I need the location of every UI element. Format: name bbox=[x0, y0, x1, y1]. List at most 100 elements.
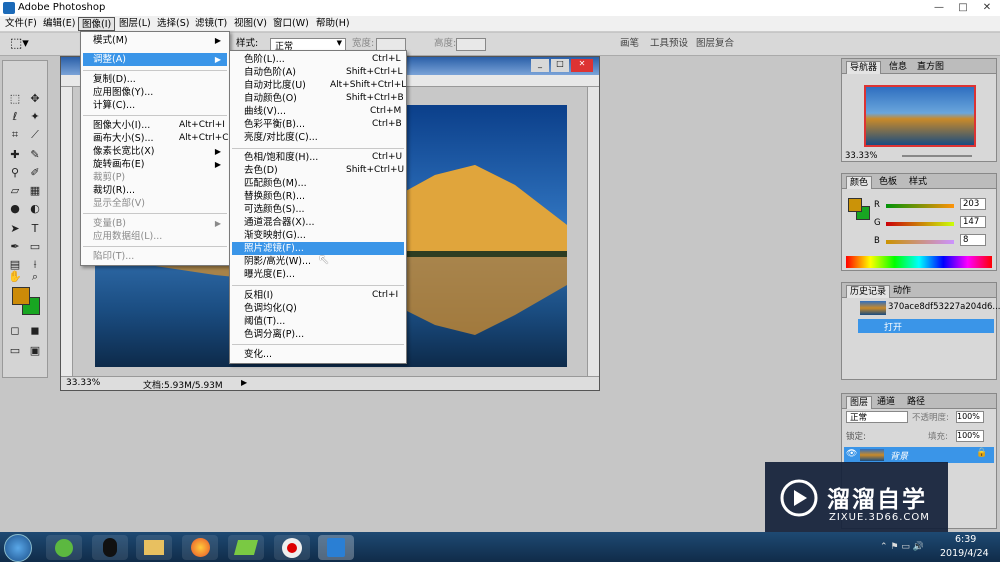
dock-tool-presets-tab[interactable]: 工具预设 bbox=[650, 36, 688, 52]
adjust-auto-contrast[interactable]: 自动对比度(U) Alt+Shift+Ctrl+L bbox=[232, 79, 406, 92]
pen-tool-icon[interactable]: ✒ bbox=[6, 239, 24, 255]
navigator-thumbnail[interactable] bbox=[864, 85, 976, 147]
tab-channels[interactable]: 通道 bbox=[874, 396, 898, 409]
opacity-field[interactable]: 100% bbox=[956, 411, 984, 423]
tab-styles[interactable]: 样式 bbox=[906, 176, 930, 189]
adjust-brightness-contrast[interactable]: 亮度/对比度(C)... bbox=[232, 131, 404, 144]
dock-brushes-tab[interactable]: 画笔 bbox=[620, 36, 639, 52]
tray-icons[interactable]: ⌃ ⚑ ▭ 🔊 bbox=[880, 542, 924, 552]
image-menu-duplicate[interactable]: 复制(D)... bbox=[83, 73, 227, 86]
eye-icon[interactable]: 👁 bbox=[846, 449, 857, 459]
minimize-button[interactable]: — bbox=[928, 1, 950, 14]
vertical-scrollbar[interactable] bbox=[587, 87, 599, 376]
type-tool-icon[interactable]: T bbox=[26, 221, 44, 237]
hand-tool-icon[interactable]: ✋ bbox=[6, 269, 24, 285]
adjust-curves[interactable]: 曲线(V)... Ctrl+M bbox=[232, 105, 404, 118]
adjust-variations[interactable]: 变化... bbox=[232, 348, 404, 361]
image-menu-canvas-size[interactable]: 画布大小(S)... Alt+Ctrl+C bbox=[83, 132, 229, 145]
image-menu-calculations[interactable]: 计算(C)... bbox=[83, 99, 227, 112]
jump-to-imageready-icon[interactable]: ▣ bbox=[26, 343, 44, 359]
menu-edit[interactable]: 编辑(E) bbox=[40, 17, 78, 31]
fill-field[interactable]: 100% bbox=[956, 430, 984, 442]
adjust-auto-levels[interactable]: 自动色阶(A) Shift+Ctrl+L bbox=[232, 66, 404, 79]
taskbar-app-1[interactable] bbox=[46, 535, 82, 560]
brush-tool-icon[interactable]: ✎ bbox=[26, 147, 44, 163]
doc-minimize-button[interactable]: _ bbox=[531, 59, 549, 72]
foreground-color-swatch[interactable] bbox=[12, 287, 30, 305]
clone-stamp-icon[interactable]: ⚲ bbox=[6, 165, 24, 181]
magic-wand-icon[interactable]: ✦ bbox=[26, 109, 44, 125]
taskbar-photoshop[interactable] bbox=[318, 535, 354, 560]
color-ramp[interactable] bbox=[846, 256, 992, 268]
adjust-invert[interactable]: 反相(I) Ctrl+I bbox=[232, 289, 404, 302]
move-tool-icon[interactable]: ✥ bbox=[26, 91, 44, 107]
doc-maximize-button[interactable]: □ bbox=[551, 59, 569, 72]
history-step-open[interactable]: 打开 bbox=[858, 319, 994, 333]
path-select-icon[interactable]: ➤ bbox=[6, 221, 24, 237]
layer-name[interactable]: 背景 bbox=[890, 449, 908, 462]
image-menu-rotate-canvas[interactable]: 旋转画布(E) ▶ bbox=[83, 158, 227, 171]
menu-file[interactable]: 文件(F) bbox=[2, 17, 40, 31]
menu-view[interactable]: 视图(V) bbox=[231, 17, 270, 31]
image-menu-mode[interactable]: 模式(M) ▶ bbox=[83, 34, 227, 47]
color-fg-swatch[interactable] bbox=[848, 198, 862, 212]
menu-image[interactable]: 图像(I) bbox=[78, 17, 116, 31]
start-button[interactable] bbox=[4, 534, 32, 562]
adjust-gradient-map[interactable]: 渐变映射(G)... bbox=[232, 229, 404, 242]
navigator-zoom[interactable]: 33.33% bbox=[845, 151, 877, 161]
taskbar-firefox[interactable] bbox=[182, 535, 218, 560]
adjust-desaturate[interactable]: 去色(D) Shift+Ctrl+U bbox=[232, 164, 404, 177]
image-menu-trim[interactable]: 裁切(R)... bbox=[83, 184, 227, 197]
adjust-equalize[interactable]: 色调均化(Q) bbox=[232, 302, 404, 315]
image-menu-apply-image[interactable]: 应用图像(Y)... bbox=[83, 86, 227, 99]
layer-row-background[interactable]: 👁 背景 🔒 bbox=[844, 447, 994, 463]
quick-mask-off-icon[interactable]: ◻ bbox=[6, 323, 24, 339]
menu-select[interactable]: 选择(S) bbox=[154, 17, 192, 31]
quick-mask-on-icon[interactable]: ◼ bbox=[26, 323, 44, 339]
adjust-posterize[interactable]: 色调分离(P)... bbox=[232, 328, 404, 341]
close-button[interactable]: ✕ bbox=[976, 1, 998, 14]
adjust-channel-mixer[interactable]: 通道混合器(X)... bbox=[232, 216, 404, 229]
adjust-hue-saturation[interactable]: 色相/饱和度(H)... Ctrl+U bbox=[232, 151, 404, 164]
dodge-tool-icon[interactable]: ◐ bbox=[26, 201, 44, 217]
history-snapshot-name[interactable]: 370ace8df53227a204d6... bbox=[888, 302, 1000, 312]
slice-tool-icon[interactable]: ⟋ bbox=[26, 127, 44, 143]
doc-close-button[interactable]: ✕ bbox=[571, 59, 593, 72]
g-value[interactable]: 147 bbox=[960, 216, 986, 228]
adjust-selective-color[interactable]: 可选颜色(S)... bbox=[232, 203, 404, 216]
marquee-tool-icon[interactable]: ⬚▾ bbox=[10, 36, 29, 52]
eraser-tool-icon[interactable]: ▱ bbox=[6, 183, 24, 199]
blend-mode-select[interactable]: 正常 bbox=[846, 411, 908, 423]
menu-window[interactable]: 窗口(W) bbox=[270, 17, 312, 31]
tab-color[interactable]: 颜色 bbox=[846, 176, 873, 189]
zoom-tool-icon[interactable]: ⌕ bbox=[26, 269, 44, 285]
clock-time[interactable]: 6:39 bbox=[955, 534, 976, 545]
navigator-zoom-slider[interactable] bbox=[902, 155, 972, 157]
b-slider[interactable] bbox=[886, 240, 954, 244]
taskbar-app-2[interactable] bbox=[228, 535, 264, 560]
r-slider[interactable] bbox=[886, 204, 954, 208]
doc-zoom[interactable]: 33.33% bbox=[66, 378, 100, 388]
lasso-tool-icon[interactable]: ℓ bbox=[6, 109, 24, 125]
g-slider[interactable] bbox=[886, 222, 954, 226]
adjust-replace-color[interactable]: 替换颜色(R)... bbox=[232, 190, 404, 203]
adjust-exposure[interactable]: 曝光度(E)... bbox=[232, 268, 404, 281]
image-menu-image-size[interactable]: 图像大小(I)... Alt+Ctrl+I bbox=[83, 119, 227, 132]
tab-swatches[interactable]: 色板 bbox=[876, 176, 900, 189]
tab-layers[interactable]: 图层 bbox=[846, 396, 873, 409]
tab-actions[interactable]: 动作 bbox=[890, 285, 914, 298]
screen-mode-icon[interactable]: ▭ bbox=[6, 343, 24, 359]
image-menu-pixel-aspect[interactable]: 像素长宽比(X) ▶ bbox=[83, 145, 227, 158]
r-value[interactable]: 203 bbox=[960, 198, 986, 210]
adjust-match-color[interactable]: 匹配颜色(M)... bbox=[232, 177, 404, 190]
healing-brush-icon[interactable]: ✚ bbox=[6, 147, 24, 163]
tab-histogram[interactable]: 直方图 bbox=[914, 61, 947, 74]
taskbar-qq[interactable] bbox=[92, 535, 128, 560]
crop-tool-icon[interactable]: ⌗ bbox=[6, 127, 24, 143]
maximize-button[interactable]: □ bbox=[952, 1, 974, 14]
tab-info[interactable]: 信息 bbox=[886, 61, 910, 74]
adjust-threshold[interactable]: 阈值(T)... bbox=[232, 315, 404, 328]
gradient-tool-icon[interactable]: ▦ bbox=[26, 183, 44, 199]
history-brush-icon[interactable]: ✐ bbox=[26, 165, 44, 181]
dock-layer-comps-tab[interactable]: 图层复合 bbox=[696, 36, 734, 52]
